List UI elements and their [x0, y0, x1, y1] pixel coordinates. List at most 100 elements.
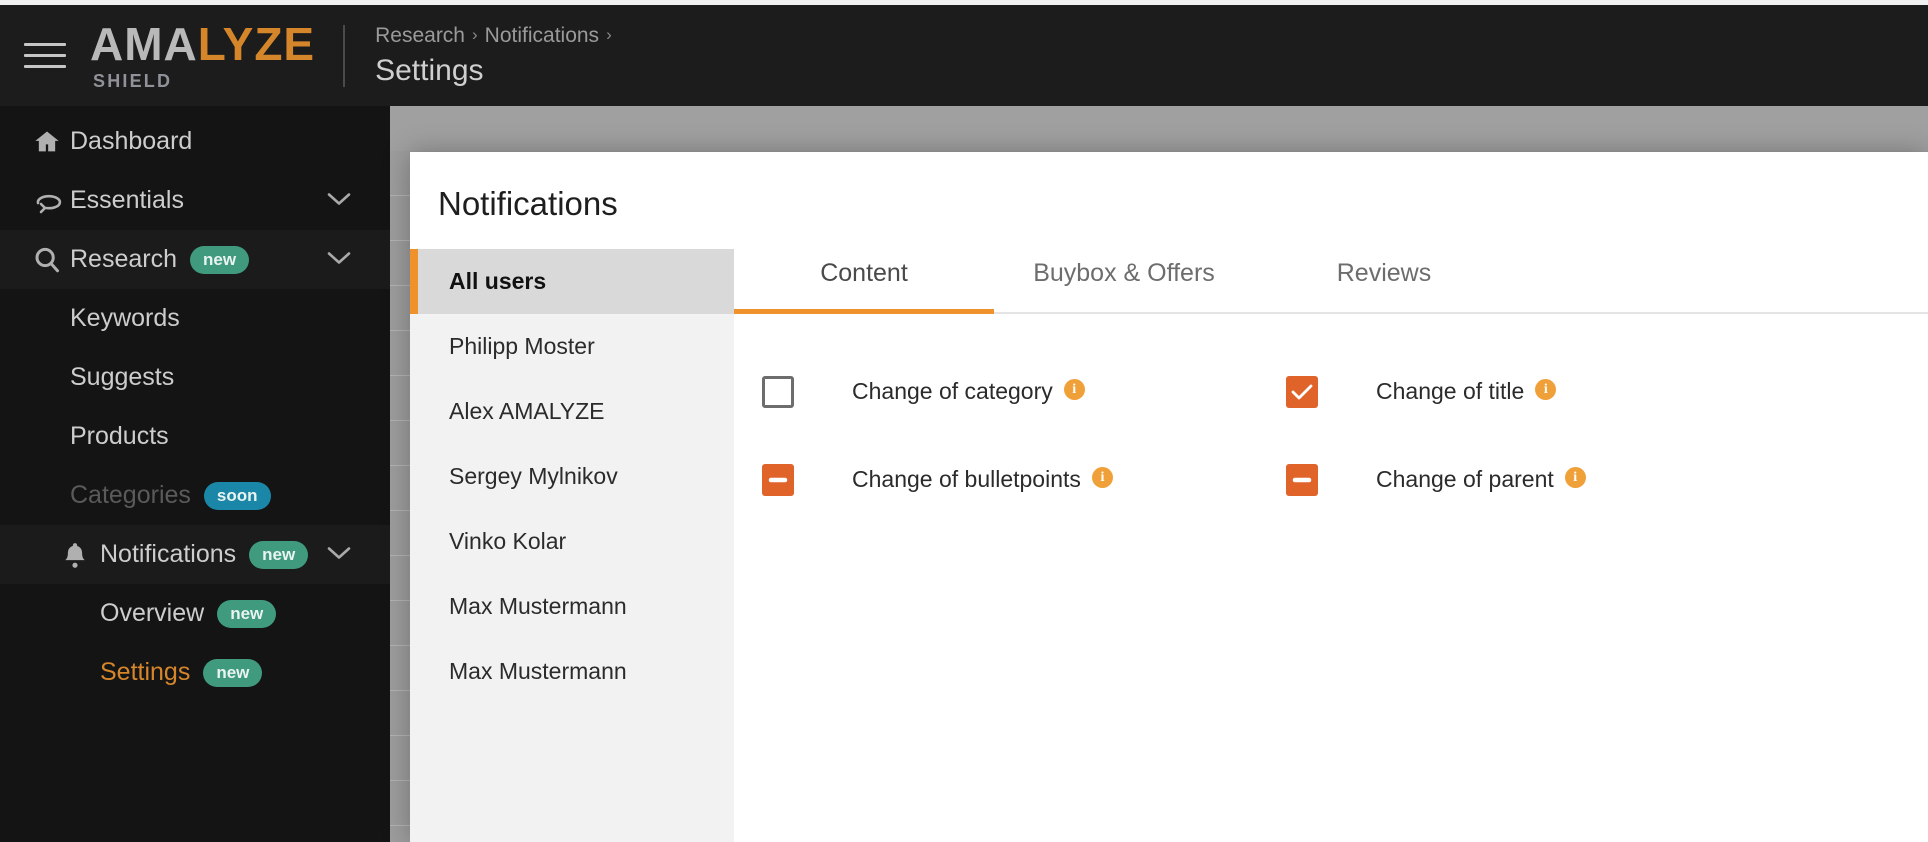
notifications-modal: Notifications All users Philipp Moster A…: [410, 152, 1928, 842]
chevron-down-icon[interactable]: [326, 249, 352, 270]
status-badge-new: new: [203, 658, 263, 687]
chevron-down-icon[interactable]: [326, 544, 352, 565]
app-root: AMALYZE SHIELD Research › Notifications …: [0, 0, 1928, 842]
user-list-item-label: Philipp Moster: [449, 332, 595, 359]
tab-label: Reviews: [1336, 258, 1432, 287]
breadcrumb: Research › Notifications ›: [375, 22, 612, 49]
status-badge-new: new: [249, 540, 309, 569]
sidebar-item-suggests[interactable]: Suggests: [0, 348, 390, 407]
user-list-item-label: Vinko Kolar: [449, 527, 567, 554]
tab-buybox-offers[interactable]: Buybox & Offers: [994, 249, 1254, 312]
status-badge-soon: soon: [203, 481, 271, 510]
status-badge-new: new: [190, 245, 250, 274]
sidebar-item-research[interactable]: Research new: [0, 230, 390, 289]
option-label: Change of title i: [1376, 378, 1557, 405]
user-list-item[interactable]: Max Mustermann: [410, 574, 734, 639]
breadcrumb-item-notifications[interactable]: Notifications: [485, 22, 599, 49]
sidebar-item-essentials[interactable]: Essentials: [0, 171, 390, 230]
breadcrumb-item-research[interactable]: Research: [375, 22, 465, 49]
sidebar-item-label: Overview: [100, 599, 205, 627]
sidebar-item-label: Suggests: [70, 363, 175, 391]
backdrop-toolbar: [390, 106, 1928, 151]
tab-content[interactable]: Content: [734, 249, 994, 314]
tab-label: Buybox & Offers: [1033, 258, 1215, 287]
chevron-right-icon: ›: [472, 25, 478, 45]
sidebar-item-categories: Categories soon: [0, 466, 390, 525]
option-label: Change of bulletpoints i: [852, 466, 1113, 493]
logo-wordmark: AMALYZE: [90, 21, 315, 67]
sidebar-item-keywords[interactable]: Keywords: [0, 289, 390, 348]
sidebar-item-label: Dashboard: [70, 127, 193, 155]
sidebar-item-label: Keywords: [70, 304, 180, 332]
home-icon: [32, 127, 70, 157]
user-list-item-all-users[interactable]: All users: [410, 248, 734, 314]
option-change-of-bulletpoints: Change of bulletpoints i: [734, 436, 1258, 524]
sidebar-item-products[interactable]: Products: [0, 407, 390, 466]
info-icon[interactable]: i: [1063, 379, 1085, 401]
sidebar-item-notifications[interactable]: Notifications new: [0, 525, 390, 584]
sidebar-item-overview[interactable]: Overview new: [0, 584, 390, 643]
user-list-item[interactable]: Max Mustermann: [410, 639, 734, 704]
sidebar-item-dashboard[interactable]: Dashboard: [0, 112, 390, 171]
logo-text-lyze: LYZE: [197, 18, 316, 70]
modal-title: Notifications: [438, 185, 618, 222]
info-icon[interactable]: i: [1091, 467, 1113, 489]
hamburger-menu-icon[interactable]: [24, 41, 68, 71]
user-list: All users Philipp Moster Alex AMALYZE Se…: [410, 248, 734, 842]
info-icon[interactable]: i: [1535, 379, 1557, 401]
modal-body: All users Philipp Moster Alex AMALYZE Se…: [410, 248, 1928, 842]
sidebar-nav: Dashboard Essentials Research new Keywor…: [0, 106, 390, 842]
sidebar-item-label: Research: [70, 245, 177, 273]
search-icon: [32, 245, 70, 275]
modal-tabs: Content Buybox & Offers Reviews: [734, 249, 1928, 314]
option-change-of-parent: Change of parent i: [1258, 436, 1928, 524]
option-change-of-title: Change of title i: [1258, 348, 1928, 436]
sidebar-item-label: Essentials: [70, 186, 184, 214]
hamburger-bar: [24, 65, 66, 68]
user-list-item-label: Max Mustermann: [449, 657, 627, 684]
hamburger-bar: [24, 54, 66, 57]
user-list-item[interactable]: Vinko Kolar: [410, 509, 734, 574]
refresh-loop-icon: [32, 186, 70, 216]
logo-text-ama: AMA: [90, 18, 198, 70]
user-list-item-label: Max Mustermann: [449, 592, 627, 619]
app-header: AMALYZE SHIELD Research › Notifications …: [0, 5, 1928, 106]
app-logo[interactable]: AMALYZE SHIELD: [90, 21, 315, 90]
option-label-text: Change of category: [852, 378, 1053, 405]
notification-options-grid: Change of category i Change of title i C…: [734, 314, 1928, 524]
option-label: Change of parent i: [1376, 466, 1586, 493]
checkbox-change-of-parent[interactable]: [1286, 463, 1318, 496]
sidebar-item-label: Settings: [100, 658, 191, 686]
option-label-text: Change of parent: [1376, 466, 1554, 493]
option-label-text: Change of title: [1376, 378, 1525, 405]
option-label-text: Change of bulletpoints: [852, 466, 1081, 493]
option-label: Change of category i: [852, 378, 1085, 405]
sidebar-item-label: Categories: [70, 481, 191, 509]
checkbox-change-of-bulletpoints[interactable]: [762, 463, 794, 496]
user-list-item[interactable]: Alex AMALYZE: [410, 379, 734, 444]
header-title-block: Research › Notifications › Settings: [375, 22, 612, 90]
status-badge-new: new: [217, 599, 277, 628]
modal-right-panel: Content Buybox & Offers Reviews Change o…: [734, 249, 1928, 842]
info-icon[interactable]: i: [1564, 467, 1586, 489]
hamburger-bar: [24, 43, 66, 46]
header-divider: [343, 24, 346, 87]
page-title: Settings: [375, 53, 484, 87]
sidebar-item-label: Notifications: [100, 540, 237, 568]
user-list-item-label: Sergey Mylnikov: [449, 462, 618, 489]
user-list-item-label: Alex AMALYZE: [449, 397, 605, 424]
checkbox-change-of-title[interactable]: [1286, 375, 1318, 408]
logo-subtitle: SHIELD: [93, 71, 173, 91]
option-change-of-category: Change of category i: [734, 348, 1258, 436]
bell-icon: [62, 540, 100, 570]
tab-reviews[interactable]: Reviews: [1254, 249, 1514, 312]
user-list-item[interactable]: Sergey Mylnikov: [410, 444, 734, 509]
chevron-right-icon: ›: [606, 25, 612, 45]
user-list-item[interactable]: Philipp Moster: [410, 314, 734, 379]
checkbox-change-of-category[interactable]: [762, 375, 794, 408]
tab-label: Content: [820, 258, 908, 287]
sidebar-item-settings[interactable]: Settings new: [0, 643, 390, 702]
sidebar-item-label: Products: [70, 422, 169, 450]
chevron-down-icon[interactable]: [326, 190, 352, 211]
user-list-item-label: All users: [449, 267, 547, 294]
